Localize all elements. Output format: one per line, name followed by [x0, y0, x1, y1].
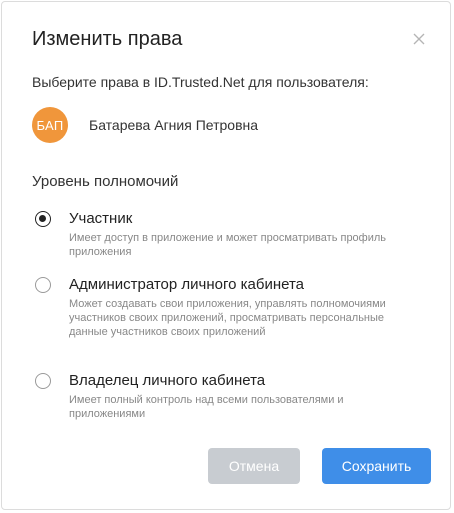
option-admin[interactable]: Администратор личного кабинета Может соз…	[32, 276, 422, 340]
edit-rights-dialog: Изменить права Выберите права в ID.Trust…	[1, 1, 451, 510]
dialog-prompt: Выберите права в ID.Trusted.Net для поль…	[32, 74, 369, 90]
cancel-button[interactable]: Отмена	[208, 448, 300, 484]
option-member-description: Имеет доступ в приложение и может просма…	[69, 232, 387, 258]
radio-owner[interactable]	[35, 373, 51, 389]
option-admin-title: Администратор личного кабинета	[69, 276, 304, 293]
permission-level-heading: Уровень полномочий	[32, 173, 179, 190]
option-owner-title: Владелец личного кабинета	[69, 372, 266, 389]
option-member-title: Участник	[69, 210, 133, 227]
close-icon[interactable]	[410, 30, 428, 48]
option-owner[interactable]: Владелец личного кабинета Имеет полный к…	[32, 372, 422, 422]
avatar: БАП	[32, 107, 68, 143]
option-owner-description: Имеет полный контроль над всеми пользова…	[69, 394, 344, 420]
user-row: БАП Батарева Агния Петровна	[32, 107, 258, 143]
save-button[interactable]: Сохранить	[322, 448, 431, 484]
dialog-title: Изменить права	[32, 28, 183, 50]
radio-member[interactable]	[35, 211, 51, 227]
close-icon-graphic	[413, 33, 425, 45]
user-name: Батарева Агния Петровна	[89, 117, 259, 133]
option-member[interactable]: Участник Имеет доступ в приложение и мож…	[32, 210, 422, 258]
radio-admin[interactable]	[35, 277, 51, 293]
option-admin-description: Может создавать свои приложения, управля…	[69, 298, 386, 338]
